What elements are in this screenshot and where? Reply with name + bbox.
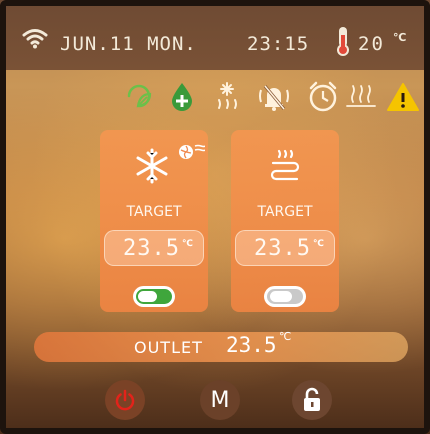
- mode-button[interactable]: M: [200, 380, 240, 420]
- alarm-clock-icon: [309, 81, 337, 112]
- power-icon: [115, 389, 135, 411]
- cooling-card[interactable]: TARGET 23.5 ℃: [100, 130, 208, 312]
- outlet-value: 23.5: [226, 333, 277, 357]
- lock-button[interactable]: [292, 380, 332, 420]
- outlet-unit: ℃: [279, 330, 292, 343]
- add-water-icon: [172, 83, 192, 111]
- cooling-target-label: TARGET: [126, 204, 182, 220]
- eco-leaf-icon: [127, 84, 152, 108]
- outlet-bar: OUTLET 23.5 ℃: [34, 330, 408, 362]
- mute-alarm-icon: [259, 85, 289, 111]
- power-button[interactable]: [105, 380, 145, 420]
- date-text: JUN.11 MON.: [60, 33, 197, 55]
- cooling-target-value: 23.5: [123, 236, 180, 261]
- wifi-icon: [22, 29, 48, 49]
- heating-card[interactable]: TARGET 23.5 ℃: [231, 130, 339, 312]
- heating-target-label: TARGET: [257, 204, 313, 220]
- cooling-target-value-box[interactable]: 23.5 ℃: [104, 230, 204, 266]
- outlet-label: OUTLET: [134, 338, 203, 357]
- fan-icon: [179, 144, 205, 159]
- room-temperature: 20: [358, 33, 385, 55]
- defrost-icon: [218, 82, 237, 109]
- snowflake-icon: [136, 148, 168, 184]
- thermometer-icon: [337, 27, 349, 56]
- heating-toggle-knob: [270, 291, 292, 302]
- warning-icon: [387, 83, 419, 111]
- heating-icon: [270, 149, 300, 181]
- unlock-icon: [304, 387, 320, 411]
- heating-target-unit: ℃: [313, 239, 324, 249]
- cooling-target-unit: ℃: [182, 239, 193, 249]
- time-text: 23:15: [247, 33, 310, 55]
- heating-target-value: 23.5: [254, 236, 311, 261]
- floor-heating-icon: [346, 85, 376, 107]
- status-bar: JUN.11 MON. 23:15 20 ℃: [0, 0, 430, 70]
- temperature-unit: ℃: [393, 31, 407, 44]
- cooling-toggle-knob: [138, 291, 157, 302]
- device-screen: JUN.11 MON. 23:15 20 ℃ TARGET 23.5 ℃ TAR…: [0, 0, 430, 434]
- heating-toggle[interactable]: [264, 286, 306, 307]
- cooling-toggle[interactable]: [133, 286, 175, 307]
- mode-button-label: M: [210, 387, 230, 413]
- heating-target-value-box[interactable]: 23.5 ℃: [235, 230, 335, 266]
